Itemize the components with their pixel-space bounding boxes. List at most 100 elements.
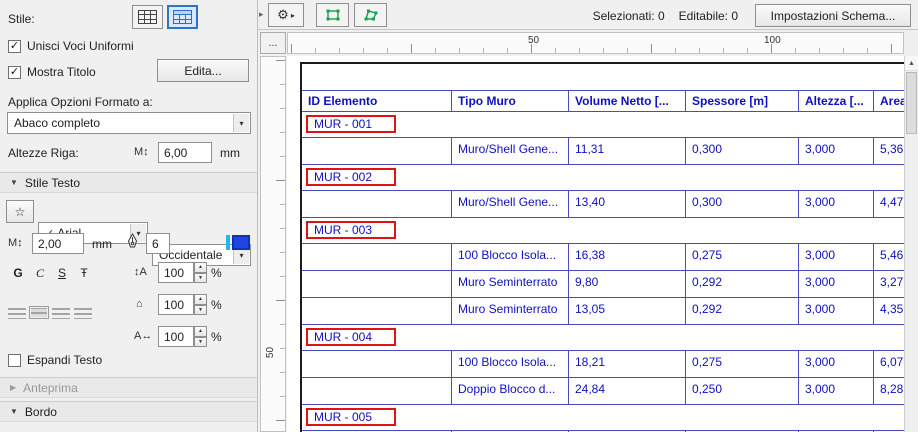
align-center-button[interactable] xyxy=(29,306,49,319)
spin-down-icon[interactable]: ▼ xyxy=(194,272,207,283)
table-cell[interactable] xyxy=(302,191,452,217)
strikethrough-button[interactable]: Ŧ xyxy=(74,262,94,284)
schema-settings-button[interactable]: Impostazioni Schema... xyxy=(755,4,911,27)
italic-button[interactable]: C xyxy=(30,262,50,284)
table-cell[interactable]: 13,40 xyxy=(569,191,686,217)
align-justify-button[interactable] xyxy=(74,308,92,319)
spin-up-icon[interactable]: ▲ xyxy=(194,294,207,305)
table-cell[interactable]: 0,300 xyxy=(686,191,799,217)
table-cell[interactable]: 24,84 xyxy=(569,378,686,404)
bold-button[interactable]: G xyxy=(8,262,28,284)
table-cell[interactable]: 0,292 xyxy=(686,271,799,297)
text-style-section-header[interactable]: ▼ Stile Testo xyxy=(0,172,257,193)
expand-text-checkbox[interactable]: Espandi Testo xyxy=(8,353,102,367)
row-height-input[interactable]: 6,00 xyxy=(158,142,212,163)
table-cell[interactable]: 4,47 xyxy=(874,191,904,217)
vertical-scrollbar[interactable]: ▲ xyxy=(904,56,918,432)
favorite-font-button[interactable]: ☆ xyxy=(6,200,34,223)
spin-up-icon[interactable]: ▲ xyxy=(194,262,207,273)
spin-down-icon[interactable]: ▼ xyxy=(194,336,207,347)
table-cell[interactable]: 9,80 xyxy=(569,271,686,297)
spin-up-icon[interactable]: ▲ xyxy=(194,326,207,337)
table-cell[interactable]: 0,300 xyxy=(686,138,799,164)
table-cell[interactable] xyxy=(302,271,452,297)
underline-button[interactable]: S xyxy=(52,262,72,284)
table-cell[interactable]: 16,38 xyxy=(569,244,686,270)
table-cell[interactable]: 4,35 xyxy=(874,298,904,324)
group-id-box[interactable]: MUR - 002 xyxy=(306,168,396,186)
table-cell[interactable] xyxy=(302,244,452,270)
table-cell[interactable]: 0,275 xyxy=(686,351,799,377)
align-right-button[interactable] xyxy=(52,308,70,319)
table-cell[interactable]: 3,000 xyxy=(799,351,874,377)
table-cell[interactable]: 8,28 xyxy=(874,378,904,404)
pen-number-input[interactable]: 6 xyxy=(146,233,170,254)
column-header[interactable]: Spessore [m] xyxy=(686,91,799,111)
table-cell[interactable]: 3,000 xyxy=(799,378,874,404)
ruler-corner-button[interactable]: ... xyxy=(260,32,286,54)
table-cell[interactable]: 5,36 xyxy=(874,138,904,164)
pen-color-control[interactable] xyxy=(226,235,250,250)
group-id-box[interactable]: MUR - 003 xyxy=(306,221,396,239)
table-cell[interactable]: 0,292 xyxy=(686,298,799,324)
table-cell[interactable]: Muro/Shell Gene... xyxy=(452,138,569,164)
table-row: Doppio Blocco d... 24,84 0,250 3,000 8,28 xyxy=(302,378,904,405)
character-spacing-input[interactable]: 100 xyxy=(158,326,194,347)
table-cell[interactable]: 6,07 xyxy=(874,351,904,377)
table-cell[interactable]: 100 Blocco Isola... xyxy=(452,244,569,270)
table-cell[interactable]: 5,46 xyxy=(874,244,904,270)
table-cell[interactable] xyxy=(302,138,452,164)
table-style-united-button[interactable] xyxy=(167,5,198,29)
table-cell[interactable] xyxy=(302,378,452,404)
table-cell[interactable]: 3,000 xyxy=(799,138,874,164)
table-cell[interactable]: Doppio Blocco d... xyxy=(452,378,569,404)
column-header[interactable]: Tipo Muro xyxy=(452,91,569,111)
column-header[interactable]: ID Elemento xyxy=(302,91,452,111)
group-id-box[interactable]: MUR - 001 xyxy=(306,115,396,133)
table-cell[interactable]: 0,250 xyxy=(686,378,799,404)
toolbar-overflow-icon[interactable]: ▸ xyxy=(259,9,264,20)
chevron-down-icon[interactable]: ▾ xyxy=(233,114,249,132)
table-cell[interactable]: Muro/Shell Gene... xyxy=(452,191,569,217)
table-cell[interactable]: 3,000 xyxy=(799,191,874,217)
apply-format-select[interactable]: Abaco completo ▾ xyxy=(7,112,251,134)
table-cell[interactable]: 100 Blocco Isola... xyxy=(452,351,569,377)
column-header[interactable]: Altezza [... xyxy=(799,91,874,111)
column-header[interactable]: Volume Netto [... xyxy=(569,91,686,111)
table-cell[interactable]: 18,21 xyxy=(569,351,686,377)
character-spacing-stepper[interactable]: ▲ ▼ xyxy=(194,326,207,347)
table-cell[interactable]: 11,31 xyxy=(569,138,686,164)
edit-selection-button[interactable] xyxy=(354,3,387,27)
text-size-input[interactable]: 2,00 xyxy=(32,233,84,254)
table-cell[interactable]: 3,000 xyxy=(799,271,874,297)
spin-down-icon[interactable]: ▼ xyxy=(194,304,207,315)
column-header[interactable]: Area xyxy=(874,91,904,111)
table-cell[interactable]: 3,000 xyxy=(799,298,874,324)
select-elements-button[interactable] xyxy=(316,3,349,27)
table-cell[interactable]: 3,000 xyxy=(799,244,874,270)
scrollbar-thumb[interactable] xyxy=(906,72,917,134)
line-spacing-stepper[interactable]: ▲ ▼ xyxy=(194,262,207,283)
align-left-button[interactable] xyxy=(8,308,26,319)
group-id-box[interactable]: MUR - 004 xyxy=(306,328,396,346)
group-id-box[interactable]: MUR - 005 xyxy=(306,408,396,426)
scroll-up-button[interactable]: ▲ xyxy=(905,56,918,71)
table-cell[interactable]: 13,05 xyxy=(569,298,686,324)
paragraph-spacing-input[interactable]: 100 xyxy=(158,294,194,315)
table-cell[interactable]: 0,275 xyxy=(686,244,799,270)
show-title-checkbox[interactable]: Mostra Titolo xyxy=(8,65,96,79)
paragraph-spacing-stepper[interactable]: ▲ ▼ xyxy=(194,294,207,315)
line-spacing-input[interactable]: 100 xyxy=(158,262,194,283)
table-cell[interactable] xyxy=(302,298,452,324)
preview-section-header[interactable]: ▶ Anteprima xyxy=(0,377,257,398)
edit-title-button[interactable]: Edita... xyxy=(157,59,249,82)
border-section-header[interactable]: ▼ Bordo xyxy=(0,401,257,422)
table-cell[interactable]: 3,27 xyxy=(874,271,904,297)
table-cell[interactable] xyxy=(302,351,452,377)
table-cell[interactable]: Muro Seminterrato xyxy=(452,271,569,297)
merge-uniform-items-checkbox[interactable]: Unisci Voci Uniformi xyxy=(8,39,134,53)
table-cell[interactable]: Muro Seminterrato xyxy=(452,298,569,324)
table-style-plain-button[interactable] xyxy=(132,5,163,29)
schedule-preview-panel: ▸ ⚙ ▸ Selezionati: 0 Editabile: 0 Impost… xyxy=(258,0,918,432)
options-menu-button[interactable]: ⚙ ▸ xyxy=(268,3,304,27)
